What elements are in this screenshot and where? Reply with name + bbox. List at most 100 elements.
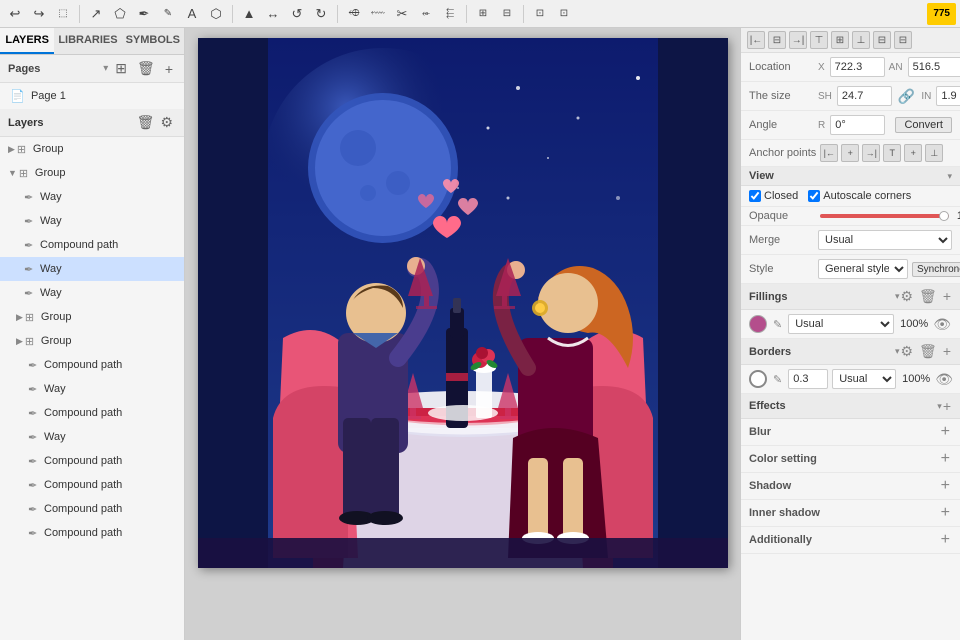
pages-grid-icon[interactable]: ⊞ [112, 59, 130, 78]
shadow-add-icon[interactable]: + [939, 477, 952, 495]
toolbar-arrange1[interactable]: ⬲ [343, 3, 365, 25]
fillings-add-icon[interactable]: + [942, 287, 952, 306]
toolbar-image[interactable]: ⬡ [205, 3, 227, 25]
blur-add-icon[interactable]: + [939, 423, 952, 441]
merge-select[interactable]: Usual Multiply Screen [818, 230, 952, 250]
fillings-settings-icon[interactable]: ⚙ [899, 287, 914, 306]
size-sh-input[interactable] [837, 86, 892, 106]
anchor-icon2[interactable]: + [841, 144, 859, 162]
align-bottom-icon[interactable]: ⊥ [852, 31, 870, 49]
toolbar-triangle[interactable]: ▲ [238, 3, 260, 25]
fillings-edit-icon[interactable]: ✎ [773, 318, 782, 331]
toolbar-more1[interactable]: ⊞ [472, 3, 494, 25]
layer-item[interactable]: ▶ ⊞ Group [0, 329, 184, 353]
location-x-input[interactable] [830, 57, 885, 77]
pages-dropdown-icon[interactable]: ▾ [103, 63, 108, 74]
layer-item[interactable]: ✒ Way [0, 185, 184, 209]
fillings-visible-icon[interactable]: 👁 [932, 315, 952, 334]
align-center-h-icon[interactable]: ⊟ [768, 31, 786, 49]
toolbar-btn3[interactable]: ⬚ [52, 3, 74, 25]
anchor-icon3[interactable]: →| [862, 144, 880, 162]
toolbar-grid2[interactable]: ⬱ [439, 3, 461, 25]
align-right-icon[interactable]: →| [789, 31, 807, 49]
align-center-v-icon[interactable]: ⊞ [831, 31, 849, 49]
layer-item[interactable]: ✒ Compound path [0, 353, 184, 377]
closed-checkbox[interactable] [749, 190, 761, 202]
borders-color-swatch[interactable] [749, 370, 767, 388]
borders-settings-icon[interactable]: ⚙ [899, 342, 914, 361]
toolbar-text[interactable]: A [181, 3, 203, 25]
additionally-add-icon[interactable]: + [939, 531, 952, 549]
canvas-area[interactable] [185, 28, 740, 640]
pages-delete-icon[interactable]: 🗑 [134, 59, 158, 78]
toolbar-export[interactable]: ⊡ [529, 3, 551, 25]
layer-item[interactable]: ✒ Compound path [0, 497, 184, 521]
layer-item[interactable]: ✒ Compound path [0, 233, 184, 257]
borders-add-icon[interactable]: + [942, 342, 952, 361]
layer-item[interactable]: ▼ ⊞ Group [0, 161, 184, 185]
distribute-h-icon[interactable]: ⊟ [873, 31, 891, 49]
distribute-v-icon[interactable]: ⊟ [894, 31, 912, 49]
anchor-icon1[interactable]: |← [820, 144, 838, 162]
toolbar-pencil[interactable]: ✎ [157, 3, 179, 25]
layer-item[interactable]: ✒ Way [0, 425, 184, 449]
tab-libraries[interactable]: LIBRARIES [54, 28, 121, 54]
align-left-icon[interactable]: |← [747, 31, 765, 49]
layer-item[interactable]: ✒ Compound path [0, 401, 184, 425]
toolbar-share[interactable]: ⊡ [553, 3, 575, 25]
borders-delete-icon[interactable]: 🗑 [918, 342, 938, 361]
convert-btn[interactable]: Convert [895, 117, 952, 133]
align-top-icon[interactable]: ⊤ [810, 31, 828, 49]
page-item[interactable]: 📄 Page 1 [0, 83, 184, 109]
anchor-icon6[interactable]: ⊥ [925, 144, 943, 162]
layer-item[interactable]: ✒ Way [0, 377, 184, 401]
toolbar-version[interactable]: 775 [927, 3, 956, 25]
location-an-input[interactable] [908, 57, 960, 77]
autoscale-checkbox[interactable] [808, 190, 820, 202]
tab-layers[interactable]: LAYERS [0, 28, 54, 54]
toolbar-more2[interactable]: ⊟ [496, 3, 518, 25]
style-select[interactable]: General style is m... [818, 259, 908, 279]
autoscale-label[interactable]: Autoscale corners [808, 190, 911, 202]
borders-visible-icon[interactable]: 👁 [934, 370, 954, 389]
borders-edit-icon[interactable]: ✎ [773, 373, 782, 386]
effects-section[interactable]: Effects ▾ + [741, 394, 960, 419]
fillings-delete-icon[interactable]: 🗑 [918, 287, 938, 306]
layer-item[interactable]: ✒ Compound path [0, 449, 184, 473]
layer-item[interactable]: ✒ Way [0, 209, 184, 233]
borders-width-input[interactable] [788, 369, 828, 389]
anchor-icon5[interactable]: + [904, 144, 922, 162]
layer-item-selected[interactable]: ✒ Way [0, 257, 184, 281]
toolbar-forward[interactable]: ↪ [28, 3, 50, 25]
fillings-section[interactable]: Fillings ▾ ⚙ 🗑 + [741, 284, 960, 310]
pages-add-icon[interactable]: + [162, 59, 176, 78]
toolbar-pen[interactable]: ✒ [133, 3, 155, 25]
effects-add-icon[interactable]: + [942, 397, 952, 415]
toolbar-flip[interactable]: ↔ [262, 3, 284, 25]
borders-type-select[interactable]: Usual Dashed Dotted [832, 369, 896, 389]
toolbar-select[interactable]: ↗ [85, 3, 107, 25]
closed-label[interactable]: Closed [749, 190, 798, 202]
layer-item[interactable]: ▶ ⊞ Group [0, 305, 184, 329]
layers-settings-icon[interactable]: ⚙ [157, 113, 176, 132]
layers-delete-icon[interactable]: 🗑 [134, 113, 158, 132]
layer-item[interactable]: ✒ Compound path [0, 473, 184, 497]
toolbar-undo[interactable]: ↺ [286, 3, 308, 25]
layer-item[interactable]: ✒ Compound path [0, 521, 184, 545]
toolbar-shape[interactable]: ⬠ [109, 3, 131, 25]
angle-input[interactable] [830, 115, 885, 135]
borders-section[interactable]: Borders ▾ ⚙ 🗑 + [741, 339, 960, 365]
size-in-input[interactable] [936, 86, 960, 106]
lock-ratio-icon[interactable]: 🔗 [898, 88, 915, 105]
color-setting-add-icon[interactable]: + [939, 450, 952, 468]
toolbar-grid1[interactable]: ⬰ [415, 3, 437, 25]
toolbar-back[interactable]: ↩ [4, 3, 26, 25]
toolbar-redo[interactable]: ↻ [310, 3, 332, 25]
toolbar-arrange2[interactable]: ⬳ [367, 3, 389, 25]
anchor-icon4[interactable]: T [883, 144, 901, 162]
view-section[interactable]: View ▾ [741, 167, 960, 186]
fillings-color-swatch[interactable] [749, 315, 767, 333]
opaque-slider[interactable] [820, 214, 949, 218]
layer-item[interactable]: ▶ ⊞ Group [0, 137, 184, 161]
toolbar-cut[interactable]: ✂ [391, 3, 413, 25]
